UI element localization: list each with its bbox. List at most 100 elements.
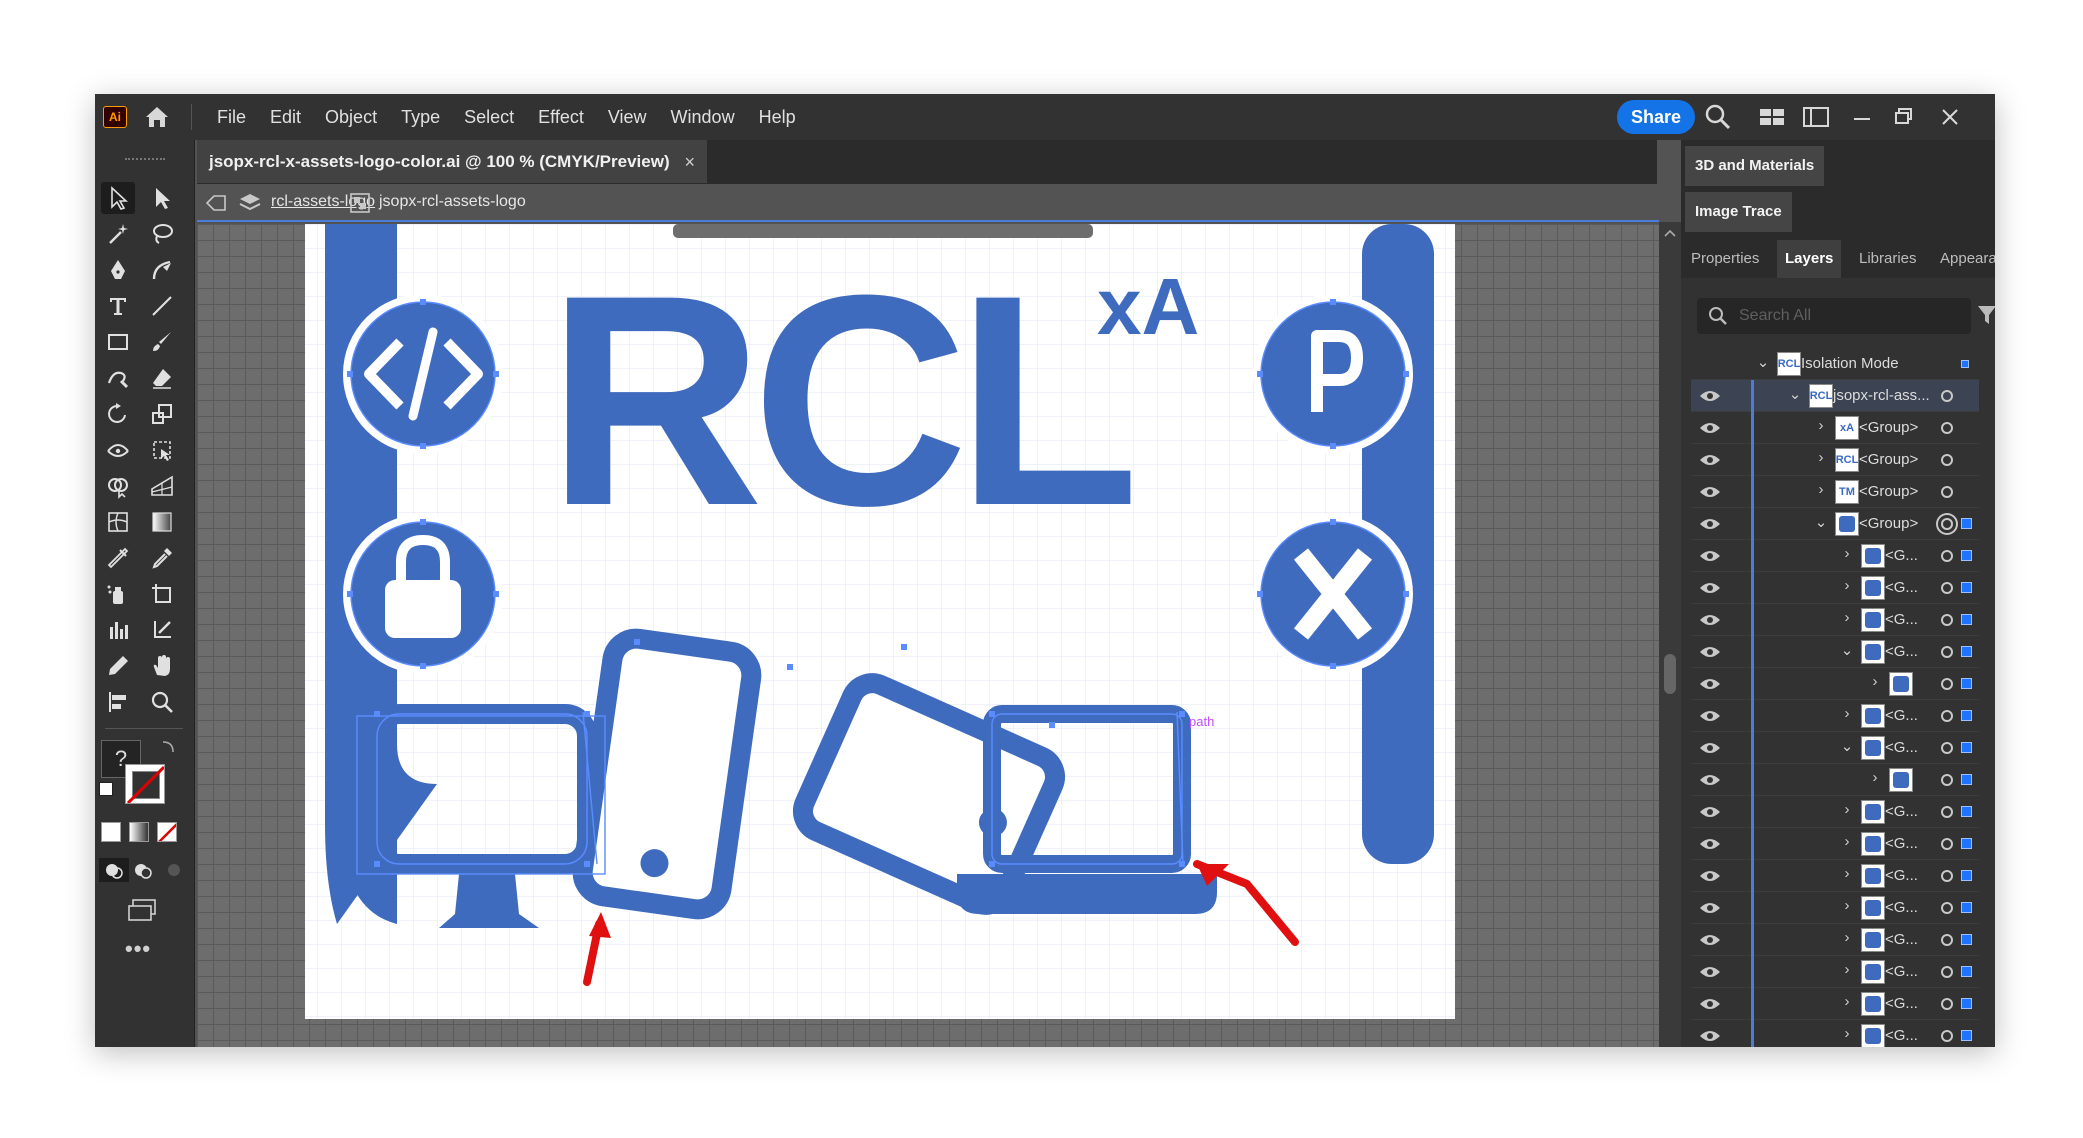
visibility-eye-icon[interactable] xyxy=(1699,965,1721,979)
visibility-eye-icon[interactable] xyxy=(1699,805,1721,819)
visibility-eye-icon[interactable] xyxy=(1699,997,1721,1011)
tab-properties[interactable]: Properties xyxy=(1691,240,1759,278)
target-circle-icon[interactable] xyxy=(1941,1030,1953,1042)
pen-tool[interactable] xyxy=(101,254,135,286)
chevron-down-icon[interactable]: ⌄ xyxy=(1839,641,1855,661)
selection-indicator[interactable] xyxy=(1961,550,1972,561)
document-tab[interactable]: jsopx-rcl-x-assets-logo-color.ai @ 100 %… xyxy=(197,140,707,184)
visibility-eye-icon[interactable] xyxy=(1699,773,1721,787)
exit-isolation-icon[interactable] xyxy=(205,193,227,213)
selection-indicator[interactable] xyxy=(1961,360,1969,368)
target-circle-icon[interactable] xyxy=(1941,486,1953,498)
scale-tool[interactable] xyxy=(145,398,179,430)
free-transform-tool[interactable] xyxy=(145,434,179,466)
minimize-icon[interactable] xyxy=(1847,102,1877,132)
tab-appearance[interactable]: Appearance xyxy=(1940,240,1995,278)
menu-view[interactable]: View xyxy=(596,94,659,140)
layer-name[interactable]: <G... xyxy=(1885,835,1918,852)
chevron-right-icon[interactable]: › xyxy=(1813,449,1829,469)
visibility-eye-icon[interactable] xyxy=(1699,549,1721,563)
canvas-scrollbar[interactable] xyxy=(1659,222,1681,1047)
layers-search[interactable]: Search All xyxy=(1697,298,1971,334)
menu-effect[interactable]: Effect xyxy=(526,94,596,140)
target-circle-icon[interactable] xyxy=(1941,774,1953,786)
layer-row[interactable]: › xyxy=(1691,764,1979,796)
selection-indicator[interactable] xyxy=(1961,1030,1972,1041)
chevron-right-icon[interactable]: › xyxy=(1867,769,1883,789)
chevron-right-icon[interactable]: › xyxy=(1839,833,1855,853)
line-segment-tool[interactable] xyxy=(145,290,179,322)
menu-type[interactable]: Type xyxy=(389,94,452,140)
chevron-right-icon[interactable]: › xyxy=(1839,705,1855,725)
mesh-tool[interactable] xyxy=(101,506,135,538)
layer-row[interactable]: › <G... xyxy=(1691,956,1979,988)
layer-row[interactable]: › <G... xyxy=(1691,700,1979,732)
layer-name[interactable]: jsopx-rcl-ass... xyxy=(1833,387,1930,404)
menu-window[interactable]: Window xyxy=(659,94,747,140)
selection-indicator[interactable] xyxy=(1961,998,1972,1009)
target-circle-icon[interactable] xyxy=(1941,646,1953,658)
menu-edit[interactable]: Edit xyxy=(258,94,313,140)
curvature-tool[interactable] xyxy=(145,254,179,286)
layer-row[interactable]: › <G... xyxy=(1691,892,1979,924)
hand-tool[interactable] xyxy=(145,650,179,682)
layer-name[interactable]: <G... xyxy=(1885,867,1918,884)
shaper-tool[interactable] xyxy=(101,362,135,394)
visibility-eye-icon[interactable] xyxy=(1699,741,1721,755)
selection-indicator[interactable] xyxy=(1961,614,1972,625)
canvas[interactable]: RCL xA path xyxy=(197,224,1659,1047)
breadcrumb-group[interactable]: jsopx-rcl-assets-logo xyxy=(379,193,526,211)
lasso-tool[interactable] xyxy=(145,218,179,250)
draw-modes-icon[interactable] xyxy=(99,858,189,882)
chevron-right-icon[interactable]: › xyxy=(1839,961,1855,981)
selection-indicator[interactable] xyxy=(1961,774,1972,785)
swap-colors-icon[interactable] xyxy=(159,736,179,756)
layer-row[interactable]: ⌄ RCL jsopx-rcl-ass... xyxy=(1691,380,1979,412)
menu-object[interactable]: Object xyxy=(313,94,389,140)
selection-indicator[interactable] xyxy=(1961,806,1972,817)
visibility-eye-icon[interactable] xyxy=(1699,1029,1721,1043)
align-tool[interactable] xyxy=(101,686,135,718)
selection-indicator[interactable] xyxy=(1961,966,1972,977)
selection-indicator[interactable] xyxy=(1961,710,1972,721)
visibility-eye-icon[interactable] xyxy=(1699,709,1721,723)
target-circle-icon[interactable] xyxy=(1941,966,1953,978)
target-circle-icon[interactable] xyxy=(1941,934,1953,946)
layer-row[interactable]: › <G... xyxy=(1691,572,1979,604)
layer-name[interactable]: <Group> xyxy=(1859,451,1918,468)
workspace-icon[interactable] xyxy=(1801,102,1831,132)
menu-file[interactable]: File xyxy=(205,94,258,140)
visibility-eye-icon[interactable] xyxy=(1699,869,1721,883)
chevron-down-icon[interactable]: ⌄ xyxy=(1813,513,1829,533)
chevron-down-icon[interactable]: ⌄ xyxy=(1839,737,1855,757)
close-window-icon[interactable] xyxy=(1935,102,1965,132)
more-tools-icon[interactable]: ••• xyxy=(125,936,151,962)
selection-indicator[interactable] xyxy=(1961,518,1972,529)
selection-indicator[interactable] xyxy=(1961,934,1972,945)
chevron-right-icon[interactable]: › xyxy=(1813,417,1829,437)
scroll-thumb[interactable] xyxy=(1664,654,1676,694)
target-circle-icon[interactable] xyxy=(1941,678,1953,690)
layer-name[interactable]: <G... xyxy=(1885,803,1918,820)
layer-row[interactable]: › <G... xyxy=(1691,988,1979,1020)
share-button[interactable]: Share xyxy=(1617,100,1695,134)
eyedropper-tool-alt[interactable] xyxy=(101,542,135,574)
target-circle-icon[interactable] xyxy=(1941,550,1953,562)
rotate-tool[interactable] xyxy=(101,398,135,430)
direct-selection-tool[interactable] xyxy=(145,182,179,214)
selection-indicator[interactable] xyxy=(1961,646,1972,657)
gradient-tool[interactable] xyxy=(145,506,179,538)
gradient-mode[interactable] xyxy=(129,822,149,842)
chevron-right-icon[interactable]: › xyxy=(1839,865,1855,885)
selection-indicator[interactable] xyxy=(1961,582,1972,593)
layer-name[interactable]: <G... xyxy=(1885,899,1918,916)
shape-builder-tool[interactable] xyxy=(101,470,135,502)
target-circle-icon[interactable] xyxy=(1941,518,1953,530)
visibility-eye-icon[interactable] xyxy=(1699,837,1721,851)
target-circle-icon[interactable] xyxy=(1941,422,1953,434)
column-graph-tool[interactable] xyxy=(101,614,135,646)
tools-grip[interactable] xyxy=(125,158,165,162)
visibility-eye-icon[interactable] xyxy=(1699,389,1721,403)
layer-row[interactable]: › <G... xyxy=(1691,828,1979,860)
zoom-tool[interactable] xyxy=(145,686,179,718)
